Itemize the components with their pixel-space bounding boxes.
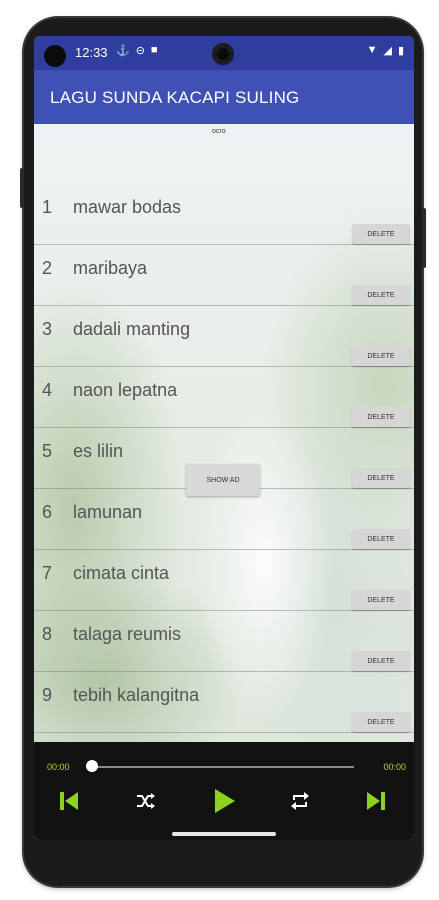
- song-number: 8: [42, 624, 53, 644]
- song-title[interactable]: maribaya: [73, 258, 147, 279]
- shuffle-icon: [137, 793, 155, 809]
- gesture-nav-bar[interactable]: [172, 832, 276, 836]
- skip-previous-icon: [60, 792, 78, 810]
- status-bar: 12:33 ⚓ ⊝ ■ ▼ ◢ ▮: [34, 36, 414, 70]
- list-item[interactable]: 2 maribaya DELETE: [34, 245, 414, 306]
- wifi-icon: ▼: [366, 44, 378, 56]
- delete-button[interactable]: DELETE: [352, 651, 410, 671]
- delete-button[interactable]: DELETE: [352, 285, 410, 305]
- show-ad-button[interactable]: SHOW AD: [186, 464, 260, 496]
- vpn-icon: ⊝: [135, 45, 145, 57]
- ad-banner-label[interactable]: ocro: [212, 128, 226, 135]
- usb-icon: ⚓: [116, 45, 130, 57]
- play-icon: [215, 789, 235, 813]
- skip-next-icon: [367, 792, 385, 810]
- song-number: 5: [42, 441, 53, 461]
- camera-punch-hole: [212, 43, 234, 65]
- delete-button[interactable]: DELETE: [352, 529, 410, 549]
- sim-card-icon: ■: [150, 44, 158, 56]
- music-player: 00:00 00:00: [34, 742, 414, 840]
- app-title: LAGU SUNDA KACAPI SULING: [50, 88, 300, 107]
- delete-button[interactable]: DELETE: [352, 712, 410, 732]
- system-icons: ▼ ◢ ▮: [367, 44, 404, 57]
- song-title[interactable]: es lilin: [73, 441, 123, 462]
- song-number: 3: [42, 319, 53, 339]
- delete-button[interactable]: DELETE: [352, 590, 410, 610]
- list-item[interactable]: 1 mawar bodas DELETE: [34, 184, 414, 245]
- song-number: 9: [42, 685, 53, 705]
- skip-previous-button[interactable]: [56, 788, 82, 814]
- repeat-button[interactable]: [287, 788, 313, 814]
- volume-button: [20, 168, 24, 208]
- song-number: 6: [42, 502, 53, 522]
- play-button[interactable]: [209, 788, 239, 814]
- seek-thumb[interactable]: [86, 760, 98, 772]
- list-item[interactable]: 9 tebih kalangitna DELETE: [34, 672, 414, 733]
- shuffle-button[interactable]: [132, 788, 158, 814]
- elapsed-time: 00:00: [47, 762, 70, 772]
- song-number: 2: [42, 258, 53, 278]
- skip-next-button[interactable]: [363, 788, 389, 814]
- song-title[interactable]: cimata cinta: [73, 563, 169, 584]
- battery-icon: ▮: [397, 45, 404, 57]
- song-number: 7: [42, 563, 53, 583]
- delete-button[interactable]: DELETE: [352, 346, 410, 366]
- screen: 12:33 ⚓ ⊝ ■ ▼ ◢ ▮ LAGU SUNDA KACAPI SULI…: [34, 36, 414, 840]
- song-title[interactable]: dadali manting: [73, 319, 190, 340]
- notification-icons: ⚓ ⊝ ■: [116, 44, 158, 57]
- power-button: [422, 208, 426, 268]
- delete-button[interactable]: DELETE: [352, 407, 410, 427]
- seek-bar[interactable]: [92, 766, 354, 768]
- duration-time: 00:00: [383, 762, 406, 772]
- song-title[interactable]: mawar bodas: [73, 197, 181, 218]
- list-item[interactable]: 6 lamunan DELETE: [34, 489, 414, 550]
- repeat-icon: [291, 792, 309, 810]
- song-title[interactable]: naon lepatna: [73, 380, 177, 401]
- song-list[interactable]: ocro 1 mawar bodas DELETE 2 maribaya DEL…: [34, 124, 414, 742]
- list-item[interactable]: 7 cimata cinta DELETE: [34, 550, 414, 611]
- list-item[interactable]: 3 dadali manting DELETE: [34, 306, 414, 367]
- song-title[interactable]: lamunan: [73, 502, 142, 523]
- app-bar: LAGU SUNDA KACAPI SULING: [34, 70, 414, 124]
- song-title[interactable]: tebih kalangitna: [73, 685, 199, 706]
- song-number: 4: [42, 380, 53, 400]
- delete-button[interactable]: DELETE: [352, 468, 410, 488]
- front-camera-icon: [44, 45, 66, 67]
- status-time: 12:33: [75, 45, 108, 60]
- delete-button[interactable]: DELETE: [352, 224, 410, 244]
- song-number: 1: [42, 197, 53, 217]
- song-title[interactable]: talaga reumis: [73, 624, 181, 645]
- list-item[interactable]: 8 talaga reumis DELETE: [34, 611, 414, 672]
- signal-icon: ◢: [383, 45, 392, 57]
- list-item[interactable]: 4 naon lepatna DELETE: [34, 367, 414, 428]
